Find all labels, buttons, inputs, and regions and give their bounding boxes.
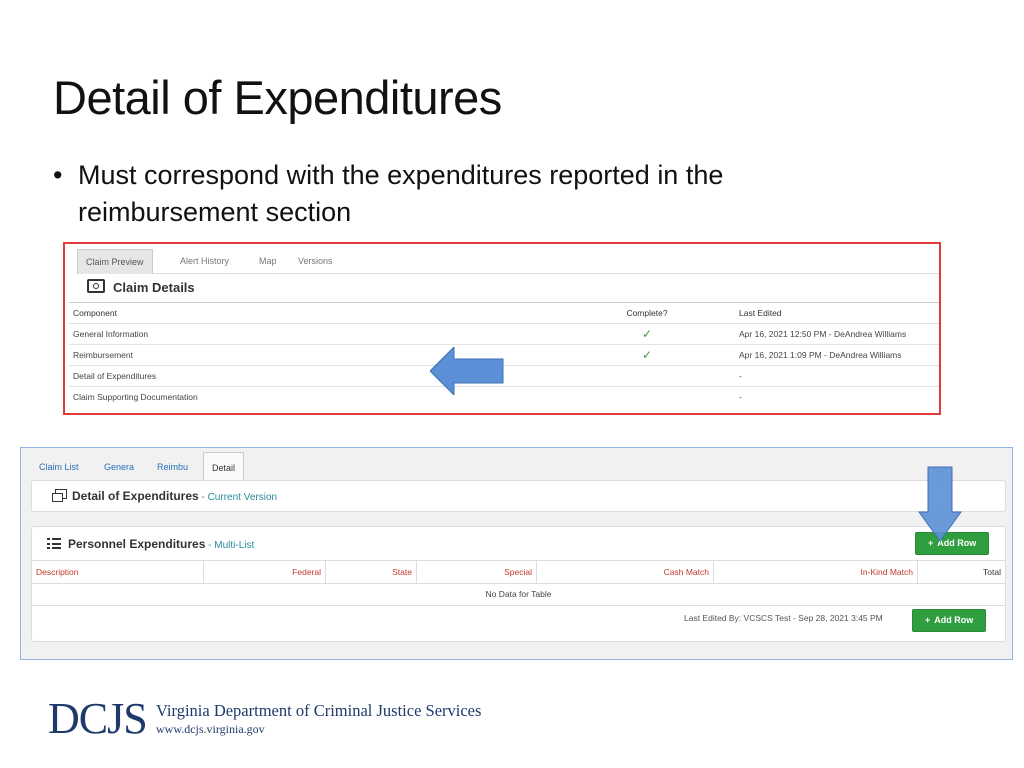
personnel-expenditures-title: Personnel Expenditures - Multi-List	[47, 537, 254, 551]
header-last-edited: Last Edited	[739, 308, 782, 318]
tab-versions[interactable]: Versions	[290, 249, 341, 273]
last-edited-value: -	[739, 392, 742, 402]
tab-claim-preview[interactable]: Claim Preview	[77, 249, 153, 274]
down-arrow-icon	[918, 466, 962, 542]
detail-header: Detail of Expenditures - Current Version	[31, 480, 1006, 512]
claim-details-label: Claim Details	[113, 280, 195, 295]
detail-form-screenshot: Claim List Genera Reimbu Detail Detail o…	[20, 447, 1013, 660]
window-restore-icon	[52, 489, 67, 502]
detail-title-text: Detail of Expenditures	[72, 489, 199, 503]
multi-list-label: - Multi-List	[205, 540, 255, 551]
tab-detail[interactable]: Detail	[203, 452, 245, 483]
col-description[interactable]: Description	[32, 561, 204, 583]
table-row[interactable]: Detail of Expenditures -	[69, 365, 939, 386]
add-row-button-bottom[interactable]: + Add Row	[912, 609, 987, 632]
detail-title: Detail of Expenditures - Current Version	[52, 489, 277, 503]
no-data-message: No Data for Table	[32, 583, 1005, 606]
personnel-expenditures-card: Personnel Expenditures - Multi-List + Add…	[31, 526, 1006, 642]
add-row-label: Add Row	[934, 615, 974, 625]
component-name[interactable]: Claim Supporting Documentation	[73, 387, 198, 407]
bullet-text: Must correspond with the expenditures re…	[78, 160, 724, 227]
tab-map[interactable]: Map	[251, 249, 285, 273]
table-row[interactable]: Claim Supporting Documentation -	[69, 386, 939, 407]
claim-tabs: Claim Preview Alert History Map Versions	[77, 249, 939, 274]
checkmark-icon: ✓	[641, 348, 653, 362]
checkmark-icon: ✓	[641, 327, 653, 341]
col-federal[interactable]: Federal	[204, 561, 326, 583]
table-row[interactable]: General Information ✓ Apr 16, 2021 12:50…	[69, 323, 939, 344]
expenditures-table-header: Description Federal State Special Cash M…	[32, 560, 1005, 584]
dcjs-logo-mark: DCJS	[48, 694, 148, 743]
last-edited-value: Apr 16, 2021 1:09 PM - DeAndrea Williams	[739, 350, 902, 360]
last-edited-by: Last Edited By: VCSCS Test - Sep 28, 202…	[684, 613, 883, 623]
bullet-point: • Must correspond with the expenditures …	[53, 157, 873, 231]
tab-genera[interactable]: Genera	[96, 452, 142, 482]
header-component: Component	[73, 308, 117, 318]
plus-icon: +	[925, 615, 931, 625]
last-edited-value: Apr 16, 2021 12:50 PM - DeAndrea William…	[739, 329, 907, 339]
org-url: www.dcjs.virginia.gov	[156, 722, 265, 736]
tab-reimbu[interactable]: Reimbu	[149, 452, 196, 482]
list-icon	[47, 538, 61, 549]
current-version-label: - Current Version	[198, 492, 278, 503]
detail-tabs: Claim List Genera Reimbu Detail	[31, 452, 1011, 483]
claim-details-title: Claim Details	[87, 279, 195, 295]
personnel-title-text: Personnel Expenditures	[68, 537, 206, 551]
left-arrow-icon	[430, 347, 504, 395]
header-complete: Complete?	[626, 308, 668, 318]
slide-title: Detail of Expenditures	[53, 71, 502, 124]
col-cash-match[interactable]: Cash Match	[537, 561, 714, 583]
col-state[interactable]: State	[326, 561, 417, 583]
component-name[interactable]: General Information	[73, 324, 148, 344]
col-special[interactable]: Special	[417, 561, 537, 583]
org-name: Virginia Department of Criminal Justice …	[156, 701, 482, 720]
last-edited-value: -	[739, 371, 742, 381]
col-total[interactable]: Total	[918, 561, 1005, 583]
component-name[interactable]: Reimbursement	[73, 345, 133, 365]
tab-alert-history[interactable]: Alert History	[172, 249, 237, 273]
money-icon	[87, 279, 105, 293]
claim-components-table: Component Complete? Last Edited General …	[69, 302, 939, 407]
table-row[interactable]: Reimbursement ✓ Apr 16, 2021 1:09 PM - D…	[69, 344, 939, 365]
tab-claim-list[interactable]: Claim List	[31, 452, 87, 482]
col-in-kind-match[interactable]: In-Kind Match	[714, 561, 918, 583]
table-header-row: Component Complete? Last Edited	[69, 302, 939, 323]
bullet-dot: •	[53, 160, 63, 190]
component-name[interactable]: Detail of Expenditures	[73, 366, 156, 386]
